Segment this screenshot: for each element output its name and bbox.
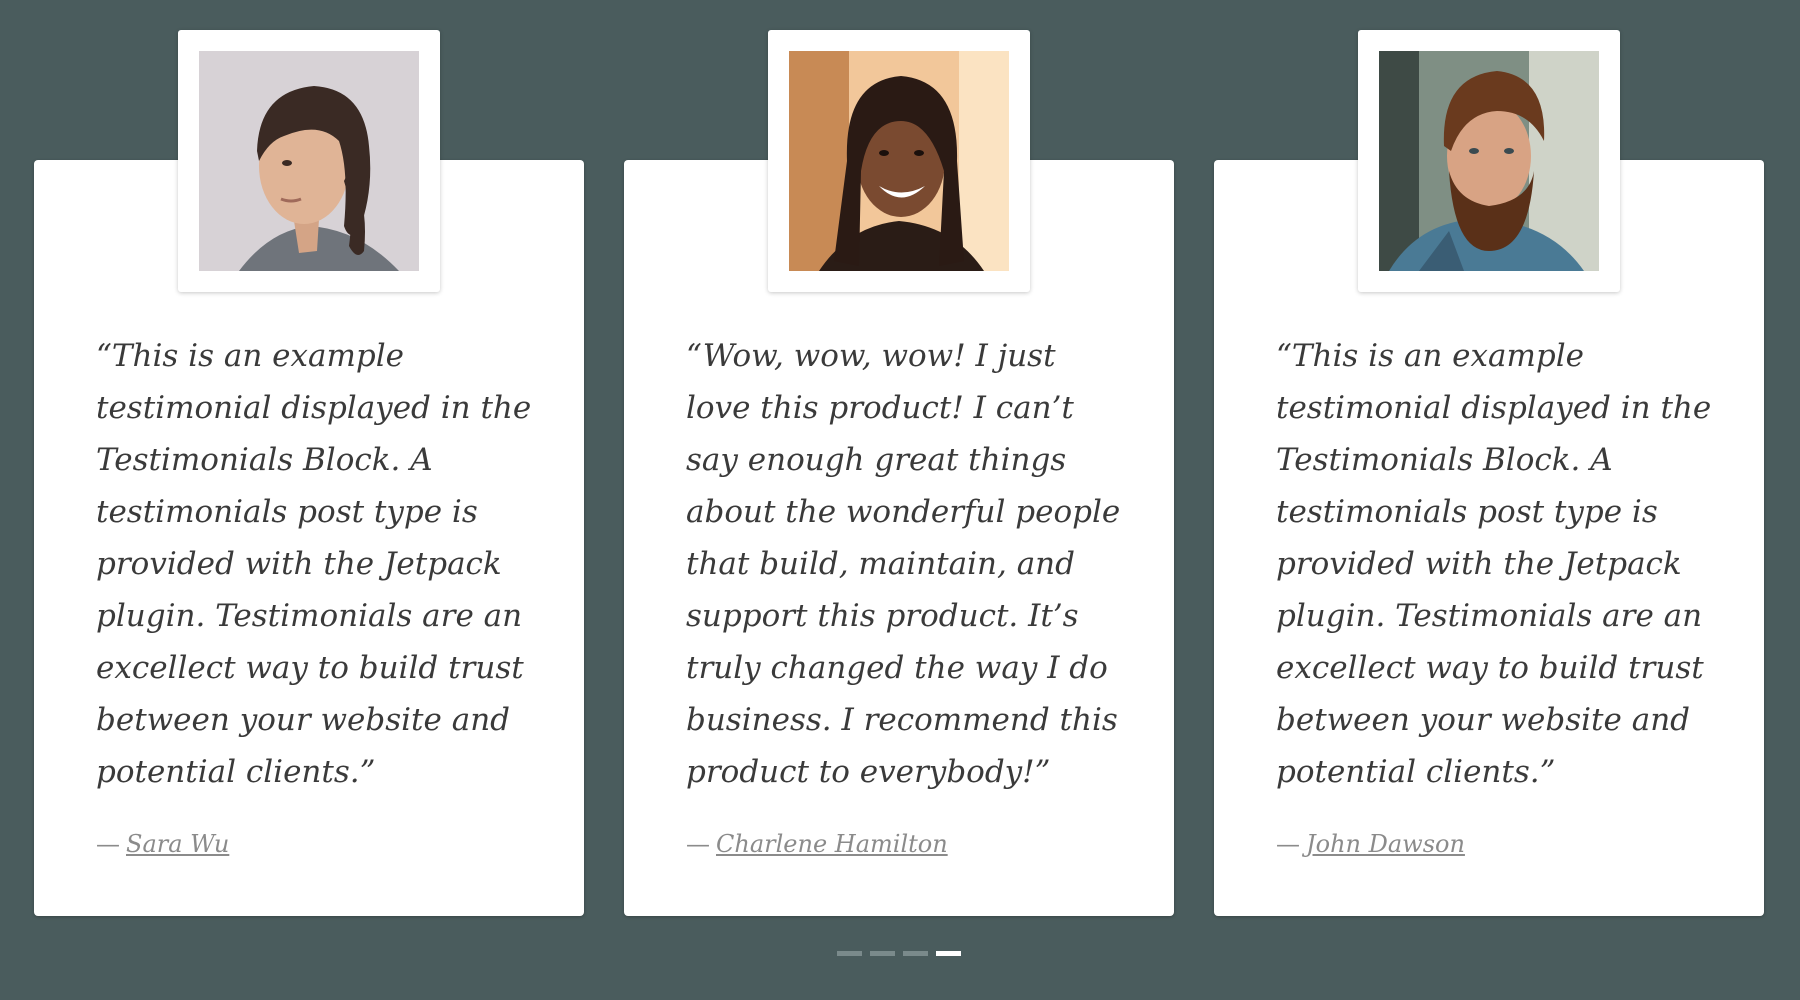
pagination-dot-1[interactable] <box>837 951 862 956</box>
carousel-pagination <box>837 951 961 956</box>
testimonial-card-1: “This is an example testimonial displaye… <box>34 30 584 916</box>
attribution-dash: — <box>96 830 120 858</box>
author-link[interactable]: Charlene Hamilton <box>716 830 948 858</box>
pagination-dot-4[interactable] <box>936 951 961 956</box>
avatar <box>199 51 419 271</box>
testimonial-attribution: — Sara Wu <box>96 830 229 858</box>
testimonial-card-3: “This is an example testimonial displaye… <box>1214 30 1764 916</box>
author-link[interactable]: John Dawson <box>1306 830 1465 858</box>
author-link[interactable]: Sara Wu <box>126 830 229 858</box>
testimonial-quote: “This is an example testimonial displaye… <box>1276 338 1712 790</box>
pagination-dot-2[interactable] <box>870 951 895 956</box>
testimonial-attribution: — Charlene Hamilton <box>686 830 948 858</box>
avatar-frame <box>1358 30 1620 292</box>
testimonial-card-2: “Wow, wow, wow! I just love this product… <box>624 30 1174 916</box>
attribution-dash: — <box>1276 830 1300 858</box>
avatar-photo-woman-smiling-icon <box>789 51 1009 271</box>
avatar <box>1379 51 1599 271</box>
avatar-frame <box>178 30 440 292</box>
avatar-photo-bearded-man-icon <box>1379 51 1599 271</box>
pagination-dot-3[interactable] <box>903 951 928 956</box>
avatar-frame <box>768 30 1030 292</box>
testimonial-attribution: — John Dawson <box>1276 830 1465 858</box>
avatar-photo-woman-icon <box>199 51 419 271</box>
avatar <box>789 51 1009 271</box>
attribution-dash: — <box>686 830 710 858</box>
testimonial-quote: “Wow, wow, wow! I just love this product… <box>686 338 1121 790</box>
testimonial-quote: “This is an example testimonial displaye… <box>96 338 532 790</box>
